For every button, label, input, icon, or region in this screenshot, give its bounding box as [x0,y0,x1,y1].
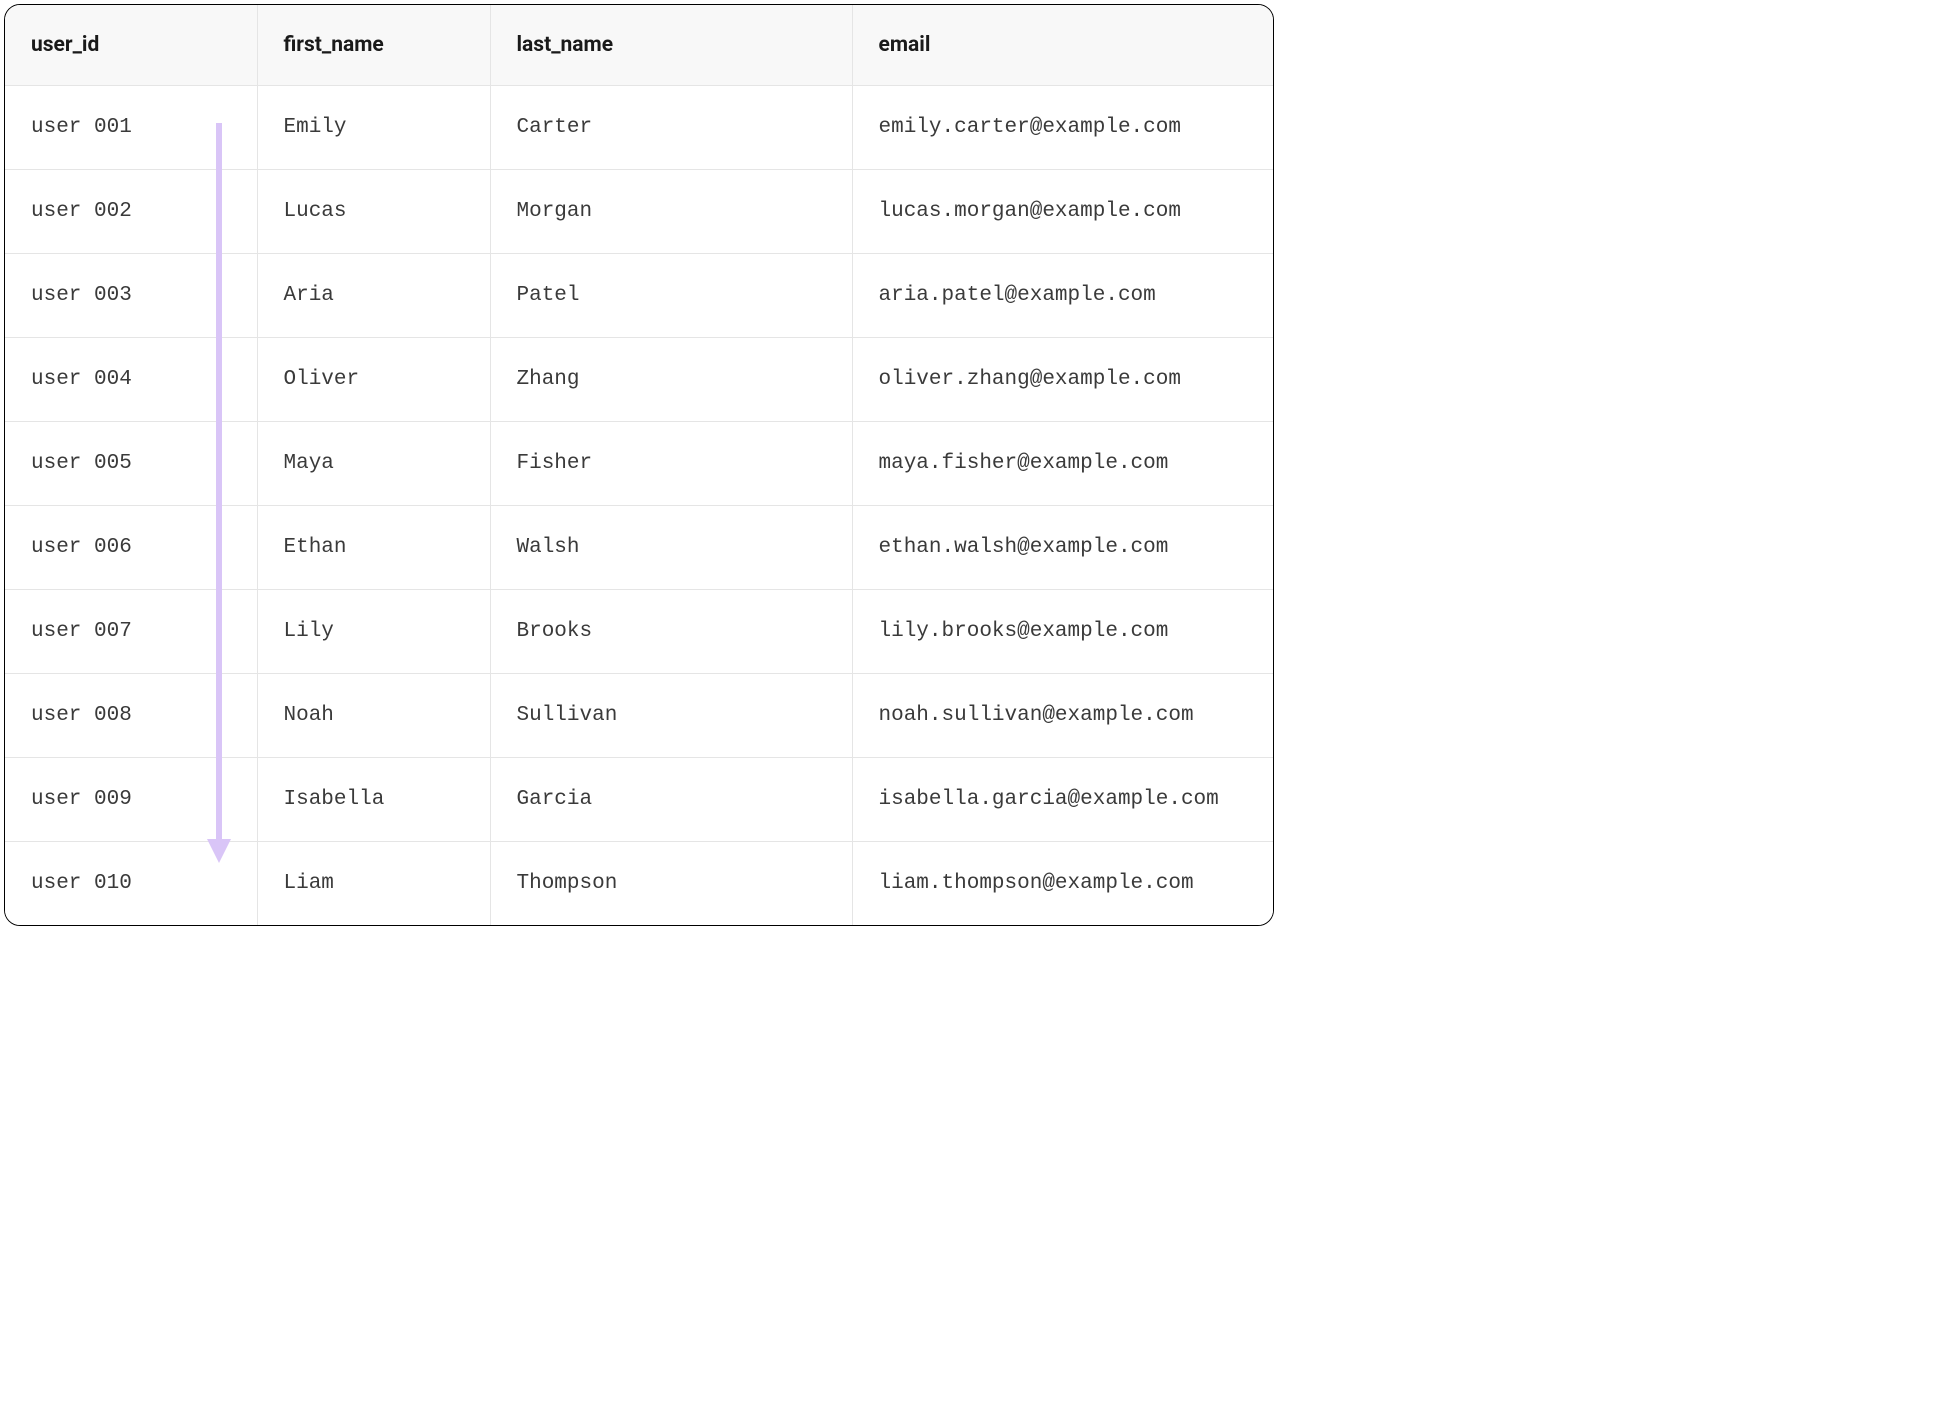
cell-email: aria.patel@example.com [852,254,1273,338]
cell-first-name: Lucas [257,170,490,254]
cell-email: isabella.garcia@example.com [852,758,1273,842]
cell-user-id: user 003 [5,254,257,338]
users-table-container: user_id first_name last_name email user … [4,4,1274,926]
cell-user-id: user 008 [5,674,257,758]
cell-first-name: Lily [257,590,490,674]
header-user-id: user_id [5,5,257,86]
cell-last-name: Garcia [490,758,852,842]
cell-first-name: Aria [257,254,490,338]
cell-email: ethan.walsh@example.com [852,506,1273,590]
header-first-name: first_name [257,5,490,86]
table-row: user 003AriaPatelaria.patel@example.com [5,254,1273,338]
cell-user-id: user 006 [5,506,257,590]
cell-user-id: user 010 [5,842,257,926]
cell-user-id: user 001 [5,86,257,170]
cell-first-name: Noah [257,674,490,758]
cell-email: oliver.zhang@example.com [852,338,1273,422]
cell-user-id: user 002 [5,170,257,254]
table-row: user 008NoahSullivannoah.sullivan@exampl… [5,674,1273,758]
table-row: user 005MayaFishermaya.fisher@example.co… [5,422,1273,506]
cell-user-id: user 005 [5,422,257,506]
header-last-name: last_name [490,5,852,86]
cell-first-name: Oliver [257,338,490,422]
table-row: user 002LucasMorganlucas.morgan@example.… [5,170,1273,254]
table-header-row: user_id first_name last_name email [5,5,1273,86]
cell-last-name: Zhang [490,338,852,422]
table-row: user 004OliverZhangoliver.zhang@example.… [5,338,1273,422]
cell-first-name: Isabella [257,758,490,842]
cell-last-name: Fisher [490,422,852,506]
cell-user-id: user 007 [5,590,257,674]
cell-email: liam.thompson@example.com [852,842,1273,926]
cell-email: maya.fisher@example.com [852,422,1273,506]
cell-last-name: Carter [490,86,852,170]
table-row: user 001EmilyCarteremily.carter@example.… [5,86,1273,170]
cell-last-name: Walsh [490,506,852,590]
table-row: user 009IsabellaGarciaisabella.garcia@ex… [5,758,1273,842]
cell-email: lucas.morgan@example.com [852,170,1273,254]
cell-email: noah.sullivan@example.com [852,674,1273,758]
cell-user-id: user 004 [5,338,257,422]
cell-first-name: Emily [257,86,490,170]
cell-first-name: Ethan [257,506,490,590]
cell-user-id: user 009 [5,758,257,842]
table-row: user 010LiamThompsonliam.thompson@exampl… [5,842,1273,926]
cell-email: lily.brooks@example.com [852,590,1273,674]
table-row: user 006EthanWalshethan.walsh@example.co… [5,506,1273,590]
cell-first-name: Maya [257,422,490,506]
cell-last-name: Sullivan [490,674,852,758]
cell-last-name: Brooks [490,590,852,674]
users-table: user_id first_name last_name email user … [5,5,1273,925]
cell-last-name: Thompson [490,842,852,926]
table-row: user 007LilyBrookslily.brooks@example.co… [5,590,1273,674]
cell-first-name: Liam [257,842,490,926]
cell-email: emily.carter@example.com [852,86,1273,170]
header-email: email [852,5,1273,86]
cell-last-name: Patel [490,254,852,338]
cell-last-name: Morgan [490,170,852,254]
